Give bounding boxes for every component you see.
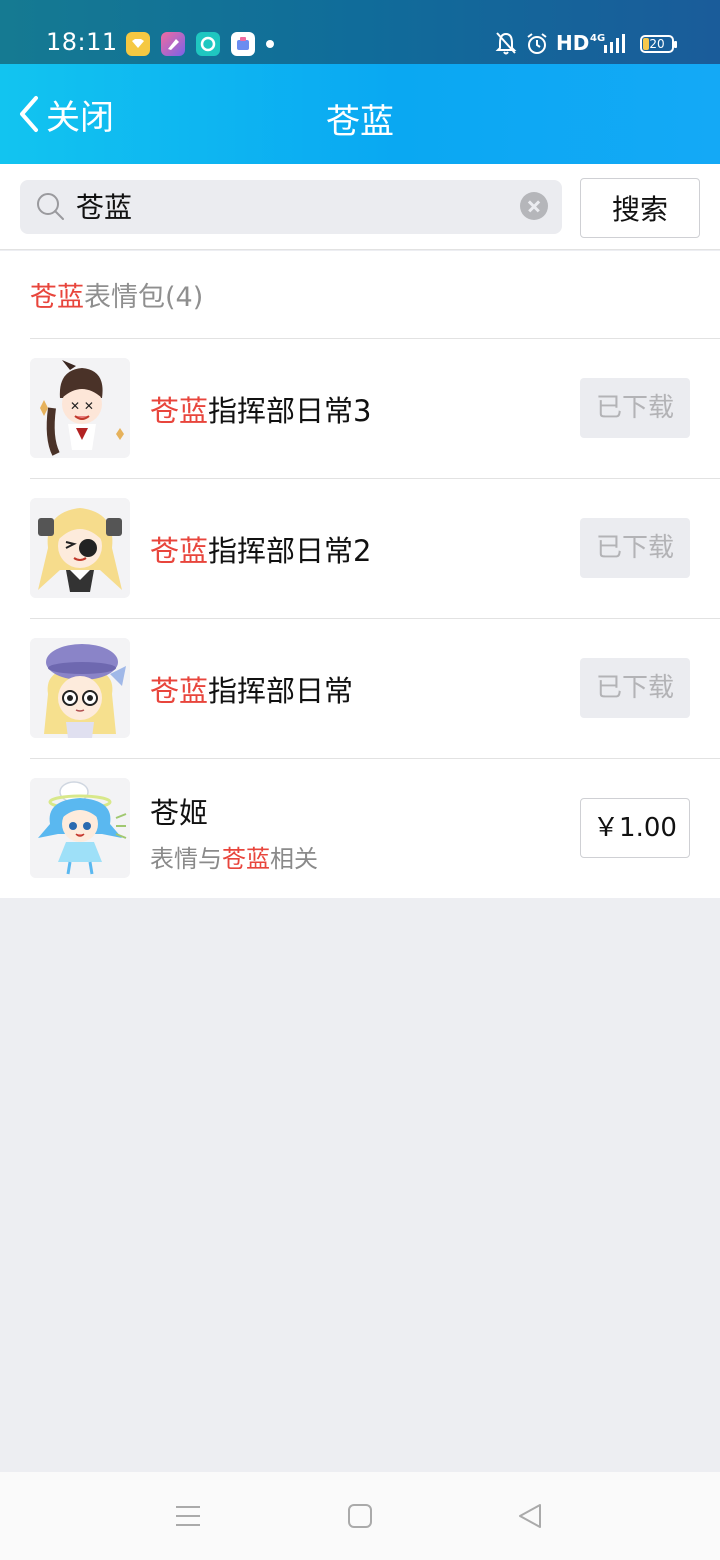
title-highlight: 苍蓝 [150, 394, 209, 428]
battery-level: 20 [649, 37, 665, 51]
item-subtitle: 表情与苍蓝相关 [150, 839, 318, 874]
title-text: 指挥部日常 [208, 674, 354, 708]
list-item[interactable]: 苍蓝指挥部日常 已下载 [0, 619, 720, 759]
notification-off-icon [495, 31, 517, 57]
status-dot [266, 40, 274, 48]
sticker-thumbnail [30, 638, 130, 738]
app-white-icon [231, 32, 255, 56]
home-icon[interactable] [346, 1502, 374, 1534]
page-title: 苍蓝 [326, 102, 394, 142]
signal-label: 4G [590, 33, 605, 44]
search-icon [37, 193, 64, 220]
status-bar: 18:11 HD 4G 20 [0, 0, 720, 64]
back-triangle-icon[interactable] [516, 1502, 544, 1534]
signal-icon: 4G [590, 31, 630, 57]
app-teal-icon [196, 32, 220, 56]
title-highlight: 苍蓝 [150, 674, 209, 708]
item-title: 苍蓝指挥部日常 [150, 668, 353, 710]
list-item[interactable]: 苍姬 表情与苍蓝相关 ￥1.00 [0, 759, 720, 899]
search-button[interactable]: 搜索 [580, 178, 700, 238]
downloaded-button[interactable]: 已下载 [580, 658, 690, 718]
subtitle-highlight: 苍蓝 [222, 845, 270, 873]
app-pink-icon [161, 32, 185, 56]
section-title-label: 表情包(4) [84, 282, 204, 313]
search-box[interactable] [20, 180, 562, 234]
downloaded-button[interactable]: 已下载 [580, 378, 690, 438]
section-title-highlight: 苍蓝 [30, 282, 84, 313]
app-yellow-icon [126, 32, 150, 56]
downloaded-button[interactable]: 已下载 [580, 518, 690, 578]
alarm-icon [525, 31, 549, 57]
title-text: 指挥部日常2 [208, 534, 372, 568]
search-area: 搜索 [0, 164, 720, 250]
title-highlight: 苍蓝 [150, 534, 209, 568]
sticker-thumbnail [30, 778, 130, 878]
sticker-thumbnail [30, 498, 130, 598]
system-navigation-bar [0, 1472, 720, 1560]
battery-icon: 20 [640, 35, 677, 53]
navigation-bar: 关闭 苍蓝 [0, 64, 720, 164]
title-text: 指挥部日常3 [208, 394, 372, 428]
clear-search-icon[interactable] [520, 192, 548, 220]
network-type: HD [556, 31, 590, 55]
item-title: 苍蓝指挥部日常3 [150, 388, 371, 430]
svg-text:✕ ✕: ✕ ✕ [70, 399, 94, 413]
section-title: 苍蓝表情包(4) [30, 275, 203, 314]
subtitle-prefix: 表情与 [150, 845, 222, 873]
list-item[interactable]: 苍蓝指挥部日常2 已下载 [0, 479, 720, 619]
sticker-thumbnail: ✕ ✕ [30, 358, 130, 458]
price-button[interactable]: ￥1.00 [580, 798, 690, 858]
item-title: 苍蓝指挥部日常2 [150, 528, 371, 570]
item-title: 苍姬 [150, 790, 208, 832]
title-text: 苍姬 [150, 796, 209, 830]
status-time: 18:11 [46, 28, 118, 56]
subtitle-suffix: 相关 [270, 845, 318, 873]
list-item[interactable]: ✕ ✕ 苍蓝指挥部日常3 已下载 [0, 339, 720, 479]
menu-icon[interactable] [174, 1502, 202, 1534]
search-input[interactable] [76, 189, 496, 222]
results-list: 苍蓝表情包(4) ✕ ✕ 苍蓝指挥部日常3 已下载 苍蓝指挥部日常2 已下载 苍… [0, 251, 720, 898]
